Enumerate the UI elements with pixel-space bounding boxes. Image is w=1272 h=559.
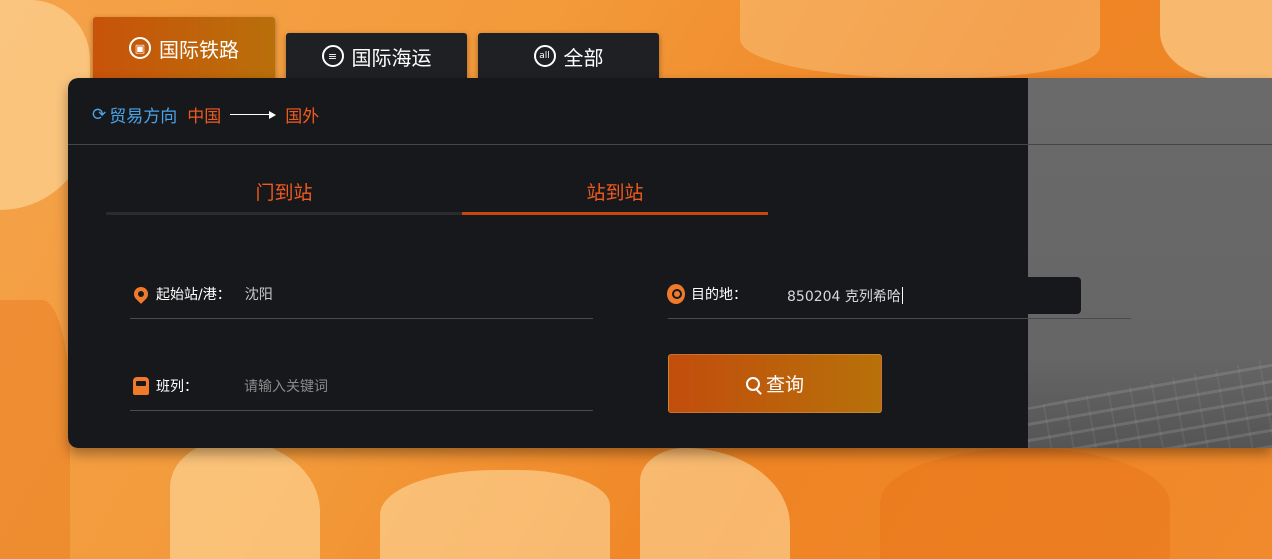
origin-input[interactable]: 沈阳: [245, 284, 273, 304]
train-field[interactable]: 班列： 请输入关键词: [132, 376, 328, 396]
trade-direction-label: 贸易方向: [109, 107, 178, 127]
rail-track-image: [1028, 358, 1272, 448]
destination-underline: [668, 318, 1131, 319]
target-circle-icon: [667, 284, 685, 304]
category-tabs: ▣ 国际铁路 ≡ 国际海运 all 全部: [93, 17, 659, 79]
search-button[interactable]: 查询: [668, 354, 882, 413]
tab-label: 国际铁路: [159, 37, 239, 62]
tab-active-indicator: [462, 212, 768, 215]
destination-input[interactable]: 850204 克列希哈: [775, 277, 1081, 314]
destination-value: 850204 克列希哈: [787, 288, 901, 305]
origin-underline: [130, 318, 593, 319]
ship-icon: ≡: [321, 45, 344, 67]
train-icon: ▣: [129, 37, 151, 59]
trade-direction[interactable]: ⟳ 贸易方向 中国 国外: [92, 102, 320, 128]
tab-door-to-station[interactable]: 门到站: [106, 178, 462, 205]
location-pin-icon: [131, 284, 151, 304]
destination-field[interactable]: 目的地：: [667, 284, 747, 304]
origin-field[interactable]: 起始站/港： 沈阳: [131, 284, 273, 304]
search-panel: ⟳ 贸易方向 中国 国外 门到站 站到站 起始站/港： 沈阳 班列： 请输入关键…: [68, 78, 1272, 448]
tab-label: 全部: [563, 45, 604, 70]
train-icon: [132, 377, 150, 395]
tab-international-shipping[interactable]: ≡ 国际海运: [286, 33, 467, 79]
tab-station-to-station[interactable]: 站到站: [462, 178, 768, 205]
direction-to: 国外: [285, 107, 320, 127]
train-label: 班列：: [156, 379, 198, 395]
text-caret: [901, 287, 903, 304]
search-button-label: 查询: [765, 374, 804, 396]
direction-from: 中国: [187, 107, 222, 127]
train-underline: [130, 410, 593, 411]
search-icon: [745, 376, 760, 391]
destination-label: 目的地：: [691, 287, 747, 303]
train-input[interactable]: 请输入关键词: [244, 376, 328, 396]
refresh-icon[interactable]: ⟳: [92, 105, 106, 125]
all-icon: all: [533, 45, 556, 67]
origin-label: 起始站/港：: [156, 287, 231, 303]
tab-all[interactable]: all 全部: [478, 33, 659, 79]
railway-photo: [1028, 78, 1272, 448]
arrow-right-icon: [230, 110, 277, 120]
tab-label: 国际海运: [351, 45, 432, 70]
tab-international-rail[interactable]: ▣ 国际铁路: [93, 17, 275, 79]
divider: [68, 144, 1272, 145]
